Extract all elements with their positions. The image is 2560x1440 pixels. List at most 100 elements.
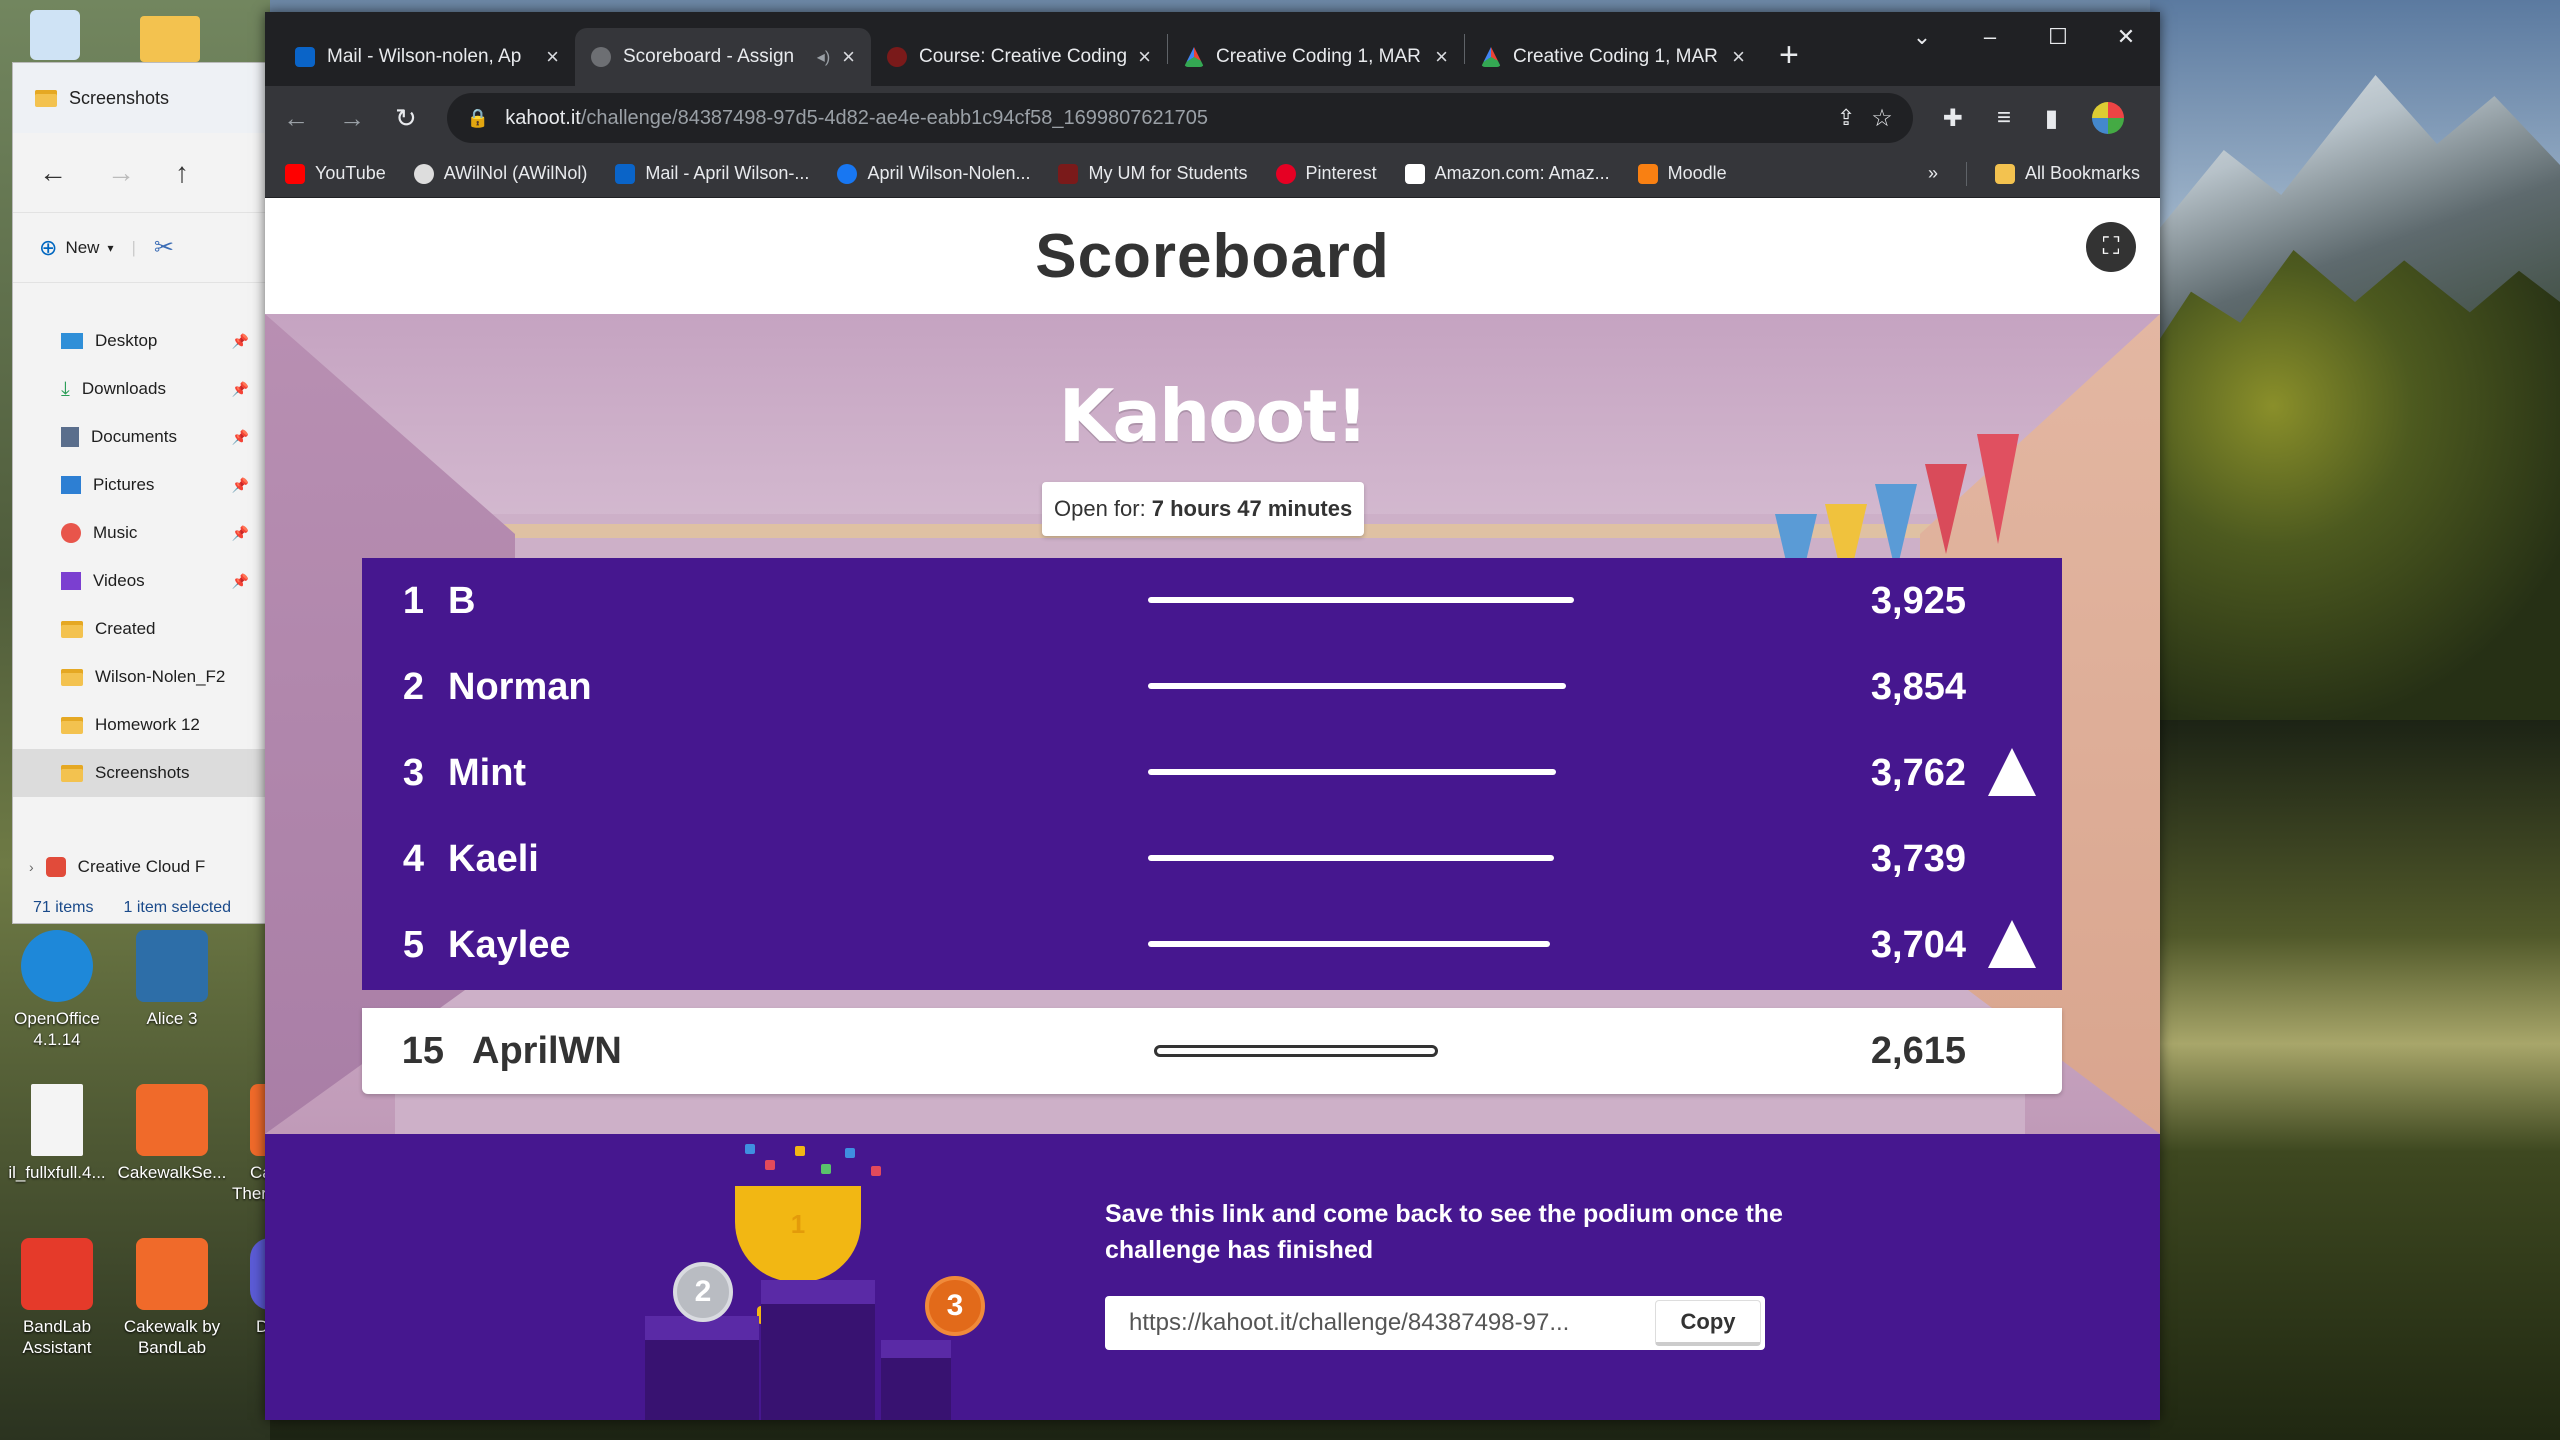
wallpaper-lake bbox=[2150, 720, 2560, 1440]
desktop-icon-openoffice[interactable]: OpenOffice 4.1.14 bbox=[2, 930, 112, 1050]
podium-illustration: 1 3 2 bbox=[645, 1134, 985, 1420]
folder-icon bbox=[1994, 163, 2015, 184]
reading-list-icon[interactable]: ≡ bbox=[1997, 104, 2011, 132]
tab-strip: Mail - Wilson-nolen, Ap × Scoreboard - A… bbox=[265, 12, 2160, 86]
nav-item-videos[interactable]: Videos 📌 bbox=[13, 557, 269, 605]
nav-item-label: Videos bbox=[93, 571, 145, 590]
recycle-bin-icon[interactable] bbox=[30, 10, 80, 60]
maximize-icon[interactable]: ☐ bbox=[2024, 12, 2092, 62]
new-tab-button[interactable]: + bbox=[1779, 36, 1799, 75]
tab-course[interactable]: Course: Creative Coding × bbox=[871, 28, 1167, 86]
score: 3,762 bbox=[1870, 751, 1966, 794]
speaker-icon[interactable]: ◂) bbox=[817, 47, 830, 67]
desktop-icon-image-file[interactable]: il_fullxfull.4... bbox=[2, 1084, 112, 1183]
new-button[interactable]: ⊕ New ▾ bbox=[39, 235, 113, 261]
side-panel-icon[interactable]: ▮ bbox=[2045, 104, 2058, 133]
menu-icon[interactable]: ⋮ bbox=[2158, 104, 2160, 133]
all-bookmarks-button[interactable]: All Bookmarks bbox=[1994, 163, 2140, 184]
open-value: 7 hours 47 minutes bbox=[1151, 496, 1353, 521]
folder-icon bbox=[61, 716, 83, 734]
desktop-icon-partial[interactable]: D bbox=[200, 1238, 270, 1337]
bookmark-pinterest[interactable]: Pinterest bbox=[1275, 163, 1377, 184]
forward-icon[interactable]: → bbox=[339, 103, 365, 134]
nav-item-wilson-nolen[interactable]: Wilson-Nolen_F2 bbox=[13, 653, 269, 701]
share-icon[interactable]: ⇪ bbox=[1837, 105, 1855, 131]
nav-item-downloads[interactable]: ⤓ Downloads 📌 bbox=[13, 365, 269, 413]
nav-item-music[interactable]: Music 📌 bbox=[13, 509, 269, 557]
close-icon[interactable]: × bbox=[842, 44, 855, 70]
leaderboard: 1 B 3,925 2 Norman 3,854 3 Mint 3,762 4 … bbox=[362, 558, 2062, 990]
desktop-icon-alice[interactable]: Alice 3 bbox=[117, 930, 227, 1029]
score-bar bbox=[1148, 683, 1566, 689]
bookmark-github[interactable]: AWilNol (AWilNol) bbox=[413, 163, 587, 184]
profile-avatar[interactable] bbox=[2092, 102, 2125, 134]
up-arrow-icon[interactable]: ↑ bbox=[175, 157, 189, 189]
bookmark-mail[interactable]: Mail - April Wilson-... bbox=[615, 163, 809, 184]
arrow-up-icon bbox=[1988, 748, 2036, 796]
nav-item-created[interactable]: Created bbox=[13, 605, 269, 653]
plus-circle-icon: ⊕ bbox=[39, 234, 58, 260]
nav-item-label: Created bbox=[95, 619, 156, 638]
desktop-icon-bandlab[interactable]: BandLab Assistant bbox=[2, 1238, 112, 1358]
tab-scoreboard[interactable]: Scoreboard - Assign ◂) × bbox=[575, 28, 871, 86]
bookmark-youtube[interactable]: YouTube bbox=[285, 163, 386, 184]
close-icon[interactable]: × bbox=[1138, 44, 1151, 70]
fullscreen-button[interactable]: ⛶ bbox=[2086, 222, 2136, 272]
minimize-icon[interactable]: – bbox=[1956, 12, 2024, 62]
video-icon bbox=[61, 572, 81, 590]
tab-search-icon[interactable]: ⌄ bbox=[1888, 12, 1956, 62]
nav-item-pictures[interactable]: Pictures 📌 bbox=[13, 461, 269, 509]
explorer-status-bar: 71 items 1 item selected bbox=[13, 893, 269, 923]
tab-title: Scoreboard - Assign bbox=[623, 46, 795, 67]
close-icon[interactable]: × bbox=[1435, 44, 1448, 70]
back-icon[interactable]: ← bbox=[283, 103, 309, 134]
extensions-icon[interactable]: ✚ bbox=[1943, 104, 1963, 133]
tab-mail[interactable]: Mail - Wilson-nolen, Ap × bbox=[279, 28, 575, 86]
address-bar[interactable]: 🔒 kahoot.it/challenge/84387498-97d5-4d82… bbox=[446, 93, 1913, 143]
nav-item-creative-cloud[interactable]: › Creative Cloud F bbox=[13, 843, 269, 891]
bookmark-moodle[interactable]: Moodle bbox=[1637, 163, 1727, 184]
podium-footer: 1 3 2 Save this link and come back to se… bbox=[265, 1134, 2160, 1420]
score-bar bbox=[1148, 941, 1550, 947]
alice-icon bbox=[136, 930, 208, 1002]
nav-item-screenshots[interactable]: Screenshots bbox=[13, 749, 269, 797]
back-arrow-icon[interactable]: ← bbox=[39, 157, 67, 189]
desktop-icon-partial[interactable]: Ca Ther bbox=[200, 1084, 280, 1204]
page-title: Scoreboard bbox=[1035, 221, 1390, 291]
folder-desktop-icon[interactable] bbox=[140, 16, 200, 62]
explorer-nav-pane: Desktop 📌 ⤓ Downloads 📌 Documents 📌 Pict… bbox=[13, 283, 269, 891]
bookmark-my-um[interactable]: My UM for Students bbox=[1058, 163, 1248, 184]
site-info-icon[interactable]: 🔒 bbox=[467, 108, 489, 129]
bookmark-facebook[interactable]: April Wilson-Nolen... bbox=[837, 163, 1030, 184]
leaderboard-row: 5 Kaylee 3,704 bbox=[362, 902, 2062, 988]
nav-item-homework[interactable]: Homework 12 bbox=[13, 701, 269, 749]
moodle-icon bbox=[1637, 163, 1658, 184]
save-link-message: Save this link and come back to see the … bbox=[1105, 1200, 1783, 1264]
more-bookmarks-label: » bbox=[1927, 163, 1938, 183]
confetti bbox=[821, 1164, 831, 1174]
bookmark-amazon[interactable]: Amazon.com: Amaz... bbox=[1404, 163, 1610, 184]
more-bookmarks-button[interactable]: » bbox=[1928, 163, 1938, 184]
nav-item-documents[interactable]: Documents 📌 bbox=[13, 413, 269, 461]
bookmark-label: Amazon.com: Amaz... bbox=[1434, 163, 1610, 183]
score: 2,615 bbox=[1870, 1029, 1966, 1072]
forward-arrow-icon[interactable]: → bbox=[107, 157, 135, 189]
close-icon[interactable]: × bbox=[546, 44, 559, 70]
reload-icon[interactable]: ↻ bbox=[395, 103, 417, 134]
star-icon[interactable]: ☆ bbox=[1871, 104, 1893, 133]
explorer-title-bar[interactable]: Screenshots bbox=[13, 63, 269, 133]
podium-third bbox=[881, 1358, 951, 1420]
close-icon[interactable]: × bbox=[1732, 44, 1745, 70]
folder-icon bbox=[61, 668, 83, 686]
drive-icon bbox=[1184, 47, 1204, 67]
copy-button[interactable]: Copy bbox=[1655, 1300, 1761, 1346]
tab-creative-coding-2[interactable]: Creative Coding 1, MAR × bbox=[1465, 28, 1761, 86]
challenge-link-input[interactable] bbox=[1105, 1309, 1655, 1337]
tab-creative-coding-1[interactable]: Creative Coding 1, MAR × bbox=[1168, 28, 1464, 86]
cut-icon[interactable]: ✂ bbox=[154, 233, 174, 262]
nav-item-desktop[interactable]: Desktop 📌 bbox=[13, 317, 269, 365]
rank: 1 bbox=[402, 579, 424, 622]
close-window-icon[interactable]: ✕ bbox=[2092, 12, 2160, 62]
score-bar bbox=[1148, 769, 1556, 775]
nav-item-label: Downloads bbox=[81, 379, 166, 398]
